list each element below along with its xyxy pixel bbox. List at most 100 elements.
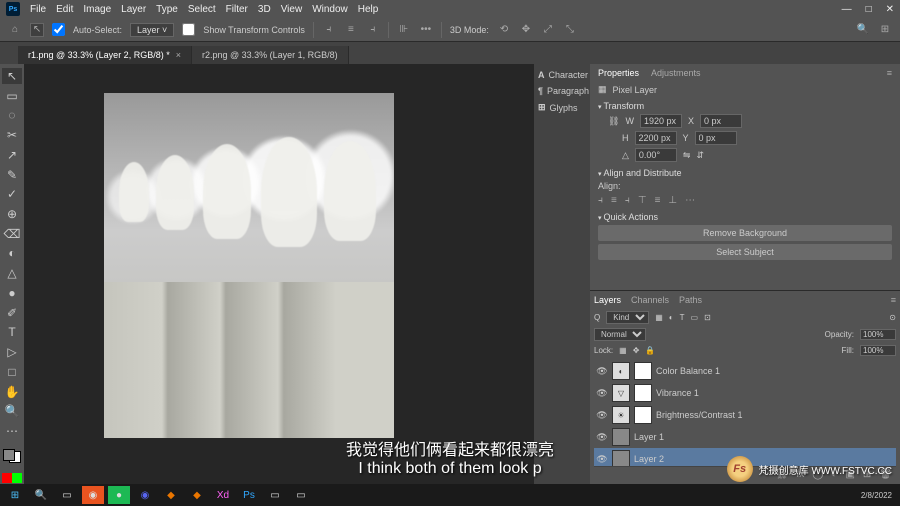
- canvas-area[interactable]: [24, 64, 534, 486]
- visibility-icon[interactable]: 👁: [596, 432, 608, 443]
- layer-name[interactable]: Vibrance 1: [656, 388, 699, 398]
- gradient-tool[interactable]: △: [2, 265, 22, 281]
- remove-background-button[interactable]: Remove Background: [598, 225, 892, 241]
- auto-select-dropdown[interactable]: Layer ˅: [130, 23, 174, 37]
- distribute-icon[interactable]: ⊪: [397, 23, 411, 37]
- document-tab-2[interactable]: r2.png @ 33.3% (Layer 1, RGB/8): [192, 46, 349, 64]
- height-input[interactable]: [635, 131, 677, 145]
- search-icon[interactable]: 🔍: [856, 23, 870, 37]
- mask-thumb[interactable]: [634, 362, 652, 380]
- transform-section[interactable]: Transform: [598, 101, 892, 111]
- more-icon[interactable]: •••: [419, 23, 433, 37]
- menu-3d[interactable]: 3D: [258, 4, 271, 15]
- brush-tool[interactable]: ⊕: [2, 206, 22, 222]
- filter-pixel-icon[interactable]: ▦: [655, 313, 663, 322]
- align-right-icon[interactable]: ⫞: [625, 195, 630, 206]
- layer-thumb[interactable]: [612, 450, 630, 466]
- tab-channels[interactable]: Channels: [631, 295, 669, 305]
- y-input[interactable]: [695, 131, 737, 145]
- mask-thumb[interactable]: [634, 406, 652, 424]
- zoom-tool[interactable]: 🔍: [2, 403, 22, 419]
- align-right-icon[interactable]: ⫞: [366, 23, 380, 37]
- start-button[interactable]: ⊞: [4, 486, 26, 504]
- menu-filter[interactable]: Filter: [226, 4, 248, 15]
- 3d-scale-icon[interactable]: ⤡: [563, 23, 577, 37]
- filter-toggle[interactable]: ⊙: [889, 313, 896, 322]
- taskbar-app[interactable]: ▭: [264, 486, 286, 504]
- visibility-icon[interactable]: 👁: [596, 388, 608, 399]
- align-left-icon[interactable]: ⫞: [322, 23, 336, 37]
- taskbar-app[interactable]: ◆: [160, 486, 182, 504]
- window-minimize[interactable]: —: [842, 4, 852, 15]
- align-bottom-icon[interactable]: ⊥: [668, 195, 677, 206]
- flip-v-icon[interactable]: ⇵: [696, 150, 704, 161]
- marquee-tool[interactable]: ▭: [2, 88, 22, 104]
- close-icon[interactable]: ×: [176, 50, 181, 60]
- glyphs-panel-tab[interactable]: ⊞Glyphs: [534, 102, 590, 113]
- paragraph-panel-tab[interactable]: ¶Paragraph: [534, 86, 590, 96]
- taskbar-app[interactable]: Ps: [238, 486, 260, 504]
- eraser-tool[interactable]: ◐: [2, 246, 22, 262]
- menu-select[interactable]: Select: [188, 4, 216, 15]
- heal-tool[interactable]: ✓: [2, 186, 22, 202]
- pen-tool[interactable]: ✐: [2, 305, 22, 321]
- layer-row[interactable]: 👁☀Brightness/Contrast 1: [594, 404, 896, 426]
- window-maximize[interactable]: □: [866, 4, 872, 15]
- filter-shape-icon[interactable]: ▭: [691, 313, 699, 322]
- x-input[interactable]: [700, 114, 742, 128]
- search-icon[interactable]: 🔍: [30, 486, 52, 504]
- mask-thumb[interactable]: [634, 384, 652, 402]
- menu-window[interactable]: Window: [312, 4, 348, 15]
- menu-view[interactable]: View: [281, 4, 303, 15]
- home-icon[interactable]: ⌂: [8, 23, 22, 37]
- menu-help[interactable]: Help: [358, 4, 379, 15]
- align-more-icon[interactable]: ⋯: [685, 195, 695, 206]
- panel-menu-icon[interactable]: ≡: [887, 68, 892, 78]
- taskbar-app[interactable]: ▭: [290, 486, 312, 504]
- blend-mode-select[interactable]: Normal: [594, 328, 646, 341]
- taskbar-app[interactable]: Xd: [212, 486, 234, 504]
- 3d-pan-icon[interactable]: ✥: [519, 23, 533, 37]
- align-left-icon[interactable]: ⫞: [598, 195, 603, 206]
- auto-select-checkbox[interactable]: [52, 23, 65, 36]
- layer-row[interactable]: 👁Layer 1: [594, 426, 896, 448]
- lock-position-icon[interactable]: ✥: [633, 346, 640, 355]
- visibility-icon[interactable]: 👁: [596, 366, 608, 377]
- align-hcenter-icon[interactable]: ≡: [611, 195, 617, 206]
- lasso-tool[interactable]: ◌: [2, 107, 22, 123]
- frame-tool[interactable]: ↗: [2, 147, 22, 163]
- layer-row[interactable]: 👁◐Color Balance 1: [594, 360, 896, 382]
- align-top-icon[interactable]: ⊤: [638, 195, 647, 206]
- visibility-icon[interactable]: 👁: [596, 454, 608, 465]
- workspace-icon[interactable]: ⊞: [878, 23, 892, 37]
- lock-pixels-icon[interactable]: ▦: [619, 346, 627, 355]
- document-canvas[interactable]: [104, 93, 394, 438]
- taskbar-app[interactable]: ◉: [82, 486, 104, 504]
- align-vcenter-icon[interactable]: ≡: [655, 195, 661, 206]
- shape-tool[interactable]: □: [2, 364, 22, 380]
- blur-tool[interactable]: ●: [2, 285, 22, 301]
- fill-input[interactable]: [860, 345, 896, 356]
- 3d-slide-icon[interactable]: ⤢: [541, 23, 555, 37]
- angle-input[interactable]: [635, 148, 677, 162]
- move-tool[interactable]: ↖: [2, 68, 22, 84]
- filter-kind-select[interactable]: Kind: [606, 311, 649, 324]
- move-tool-icon[interactable]: ↖: [30, 23, 44, 37]
- stamp-tool[interactable]: ⌫: [2, 226, 22, 242]
- link-icon[interactable]: ⛓: [608, 116, 619, 127]
- task-view-icon[interactable]: ▭: [56, 486, 78, 504]
- tab-properties[interactable]: Properties: [598, 68, 639, 78]
- filter-type-icon[interactable]: T: [680, 313, 685, 322]
- crop-tool[interactable]: ✂: [2, 127, 22, 143]
- filter-smart-icon[interactable]: ⊡: [704, 313, 711, 322]
- quick-actions-section[interactable]: Quick Actions: [598, 212, 892, 222]
- taskbar-app[interactable]: ◆: [186, 486, 208, 504]
- tab-paths[interactable]: Paths: [679, 295, 702, 305]
- layer-thumb[interactable]: [612, 428, 630, 446]
- panel-menu-icon[interactable]: ≡: [891, 295, 896, 305]
- select-subject-button[interactable]: Select Subject: [598, 244, 892, 260]
- width-input[interactable]: [640, 114, 682, 128]
- type-tool[interactable]: T: [2, 325, 22, 341]
- tab-layers[interactable]: Layers: [594, 295, 621, 305]
- menu-type[interactable]: Type: [156, 4, 178, 15]
